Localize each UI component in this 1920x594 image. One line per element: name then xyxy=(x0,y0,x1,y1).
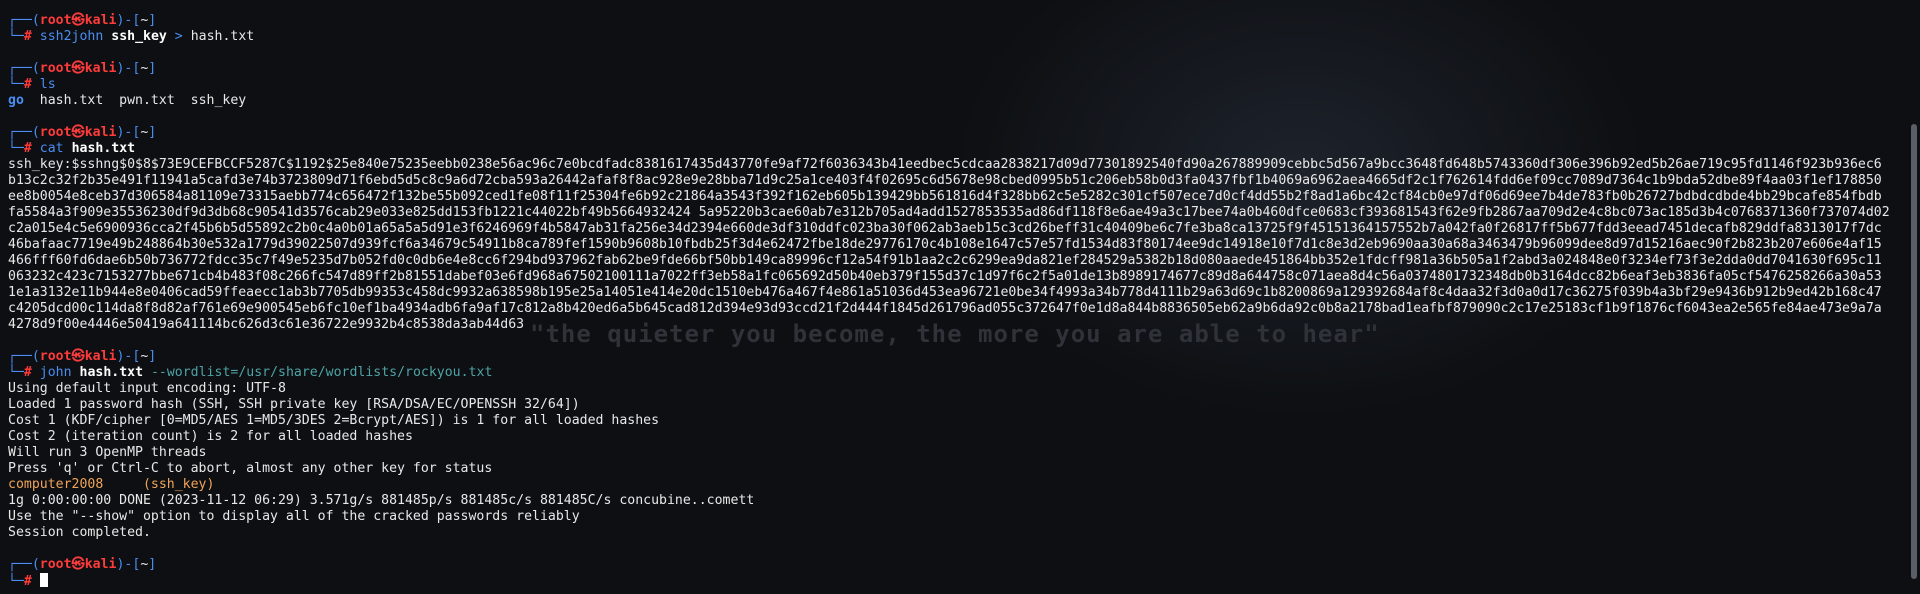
hash-output-line: 063232c423c7153277bbe671cb4b483f08c266fc… xyxy=(8,269,1882,284)
hash-output-line: 1e1a3132e11b944e8e0406cad59ffeaecc1ab3b7… xyxy=(8,285,1882,300)
prompt-header: ┌──(root㉿kali)-[~] xyxy=(8,557,157,572)
scrollbar[interactable] xyxy=(1911,124,1917,579)
file-entries: hash.txt pwn.txt ssh_key xyxy=(39,93,247,108)
john-output-line: Using default input encoding: UTF-8 xyxy=(8,381,286,396)
hash-output-line: ssh_key:$sshng$0$8$73E9CEFBCCF5287C$1192… xyxy=(8,157,1882,172)
john-output-line: 1g 0:00:00:00 DONE (2023-11-12 06:29) 3.… xyxy=(8,493,755,508)
hash-output-line: 46bafaac7719e49b248864b30e532a1779d39022… xyxy=(8,237,1882,252)
john-output-line: Cost 2 (iteration count) is 2 for all lo… xyxy=(8,429,413,444)
hash-output-line: c2a015e4c5e6900936cca2f45b6b5d55892c2b0c… xyxy=(8,221,1882,236)
cracked-password-line: computer2008 (ssh_key) xyxy=(8,477,1900,493)
command-name: ls xyxy=(39,77,56,92)
hash-output-line: 4278d9f00e4446e50419a641114bc626d3c61e36… xyxy=(8,317,525,332)
john-output-line: Will run 3 OpenMP threads xyxy=(8,445,207,460)
directory-entry: go xyxy=(8,93,24,108)
prompt-header: ┌──(root㉿kali)-[~] xyxy=(8,125,157,140)
hash-output-line: b13c2c32f2b35e491f11941a5cafd3e74b372380… xyxy=(8,173,1882,188)
hash-output-line: 466fff60fd6dae6b50b736772fdcc35c7f49e523… xyxy=(8,253,1882,268)
terminal-output[interactable]: ┌──(root㉿kali)-[~] └─# ssh2john ssh_key … xyxy=(8,13,1900,589)
command-name: ssh2john xyxy=(39,29,104,44)
prompt-header: ┌──(root㉿kali)-[~] xyxy=(8,13,157,28)
command-name: john xyxy=(39,365,72,380)
hash-output-line: c4205dcd00c114da8f8d82af761e69e900545eb6… xyxy=(8,301,1882,316)
john-output-line: Session completed. xyxy=(8,525,151,540)
text-cursor xyxy=(39,573,48,587)
john-output-line: Use the "--show" option to display all o… xyxy=(8,509,580,524)
john-output-line: Press 'q' or Ctrl-C to abort, almost any… xyxy=(8,461,493,476)
command-line: └─# ls xyxy=(8,77,56,92)
command-line: └─# cat hash.txt xyxy=(8,141,136,156)
john-output-line: Cost 1 (KDF/cipher [0=MD5/AES 1=MD5/3DES… xyxy=(8,413,660,428)
active-command-line[interactable]: └─# xyxy=(8,573,1900,589)
john-output-line: Loaded 1 password hash (SSH, SSH private… xyxy=(8,397,580,412)
command-name: cat xyxy=(39,141,64,156)
prompt-header: ┌──(root㉿kali)-[~] xyxy=(8,61,157,76)
command-line: └─# john hash.txt --wordlist=/usr/share/… xyxy=(8,365,493,380)
command-line: └─# ssh2john ssh_key > hash.txt xyxy=(8,29,255,44)
prompt-header: ┌──(root㉿kali)-[~] xyxy=(8,349,157,364)
ls-output: go hash.txt pwn.txt ssh_key xyxy=(8,93,1900,109)
hash-output-line: fa5584a3f909e35536230df9d3db68c90541d357… xyxy=(8,205,1890,220)
hash-output-line: ee8b0054e8ceb37d306584a81109e73315aebb77… xyxy=(8,189,1882,204)
cracked-password: computer2008 xyxy=(8,477,104,492)
cracked-label: (ssh_key) xyxy=(142,477,215,492)
